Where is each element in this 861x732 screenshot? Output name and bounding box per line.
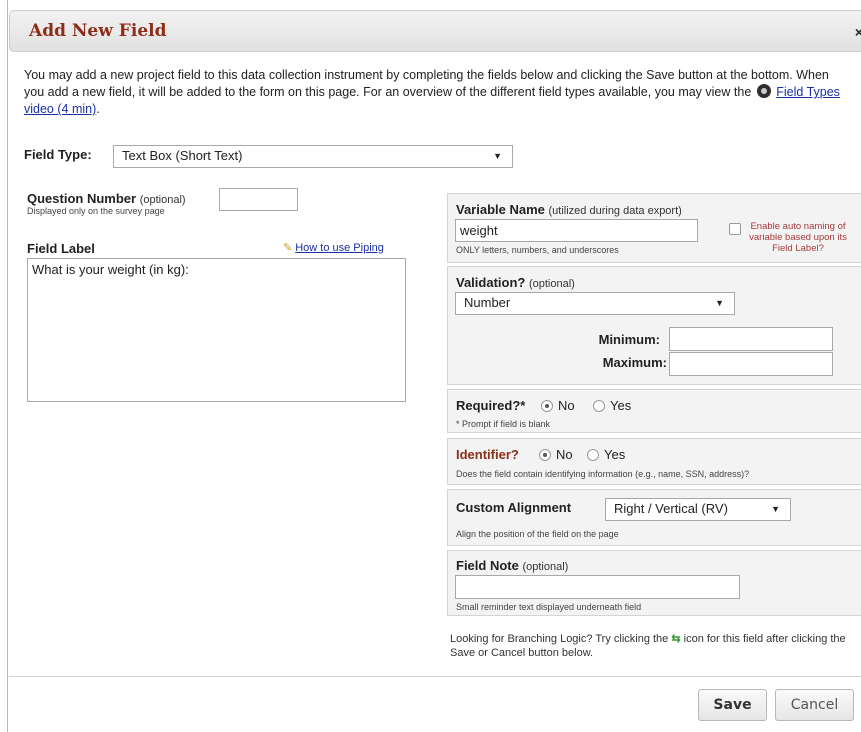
alignment-selected: Right / Vertical (RV) (614, 501, 728, 516)
variable-name-label-text: Variable Name (456, 202, 545, 217)
validation-label-text: Validation? (456, 275, 526, 290)
question-number-help: Displayed only on the survey page (27, 206, 165, 216)
alignment-label: Custom Alignment (456, 500, 572, 515)
field-type-selected: Text Box (Short Text) (122, 148, 243, 163)
branching-hint: Looking for Branching Logic? Try clickin… (450, 632, 855, 660)
branching-hint-text: Looking for Branching Logic? Try clickin… (450, 633, 669, 645)
validation-selected: Number (464, 295, 511, 310)
field-label-label: Field Label (27, 241, 95, 256)
dropdown-arrow-icon: ▼ (715, 298, 724, 308)
maximum-label: Maximum: (602, 355, 667, 370)
field-label-textarea[interactable]: What is your weight (in kg): (27, 258, 406, 402)
required-label: Required?* (456, 398, 526, 413)
required-yes-label: Yes (610, 398, 632, 413)
intro-text: You may add a new project field to this … (24, 67, 844, 118)
field-note-help: Small reminder text displayed underneath… (456, 602, 642, 612)
field-note-panel: Field Note (optional) Small reminder tex… (447, 550, 861, 616)
dialog-title: Add New Field (29, 21, 167, 41)
intro-text-body: You may add a new project field to this … (24, 68, 829, 99)
variable-name-help: ONLY letters, numbers, and underscores (456, 245, 619, 255)
footer-divider (9, 676, 861, 677)
auto-naming-label: Enable auto naming of variable based upo… (749, 221, 847, 254)
minimum-input[interactable] (669, 327, 833, 351)
dropdown-arrow-icon: ▼ (771, 504, 780, 514)
maximum-input[interactable] (669, 352, 833, 376)
identifier-yes-radio[interactable] (587, 449, 599, 461)
intro-text-end: . (96, 102, 100, 116)
identifier-panel: Identifier? No Yes Does the field contai… (447, 438, 861, 485)
question-number-optional: (optional) (139, 194, 186, 206)
validation-optional: (optional) (528, 278, 575, 290)
question-number-label-text: Question Number (27, 191, 137, 206)
variable-name-note: (utilized during data export) (548, 205, 682, 217)
field-note-label-text: Field Note (456, 558, 519, 573)
identifier-label: Identifier? (456, 447, 519, 462)
pencil-icon: ✎ (283, 242, 293, 254)
variable-name-label: Variable Name (utilized during data expo… (456, 202, 682, 217)
identifier-yes-label: Yes (604, 447, 626, 462)
dialog-titlebar[interactable]: Add New Field × (9, 10, 861, 52)
required-help: * Prompt if field is blank (456, 419, 551, 429)
cancel-button[interactable]: Cancel (775, 689, 854, 721)
identifier-help: Does the field contain identifying infor… (456, 469, 750, 479)
required-yes-radio[interactable] (593, 400, 605, 412)
film-reel-icon (756, 84, 771, 98)
auto-naming-checkbox[interactable] (729, 223, 741, 235)
branching-logic-icon: ⇆ (671, 633, 681, 645)
alignment-help: Align the position of the field on the p… (456, 529, 619, 539)
alignment-select[interactable]: Right / Vertical (RV) ▼ (605, 498, 791, 521)
field-note-optional: (optional) (522, 561, 569, 573)
question-number-input[interactable] (219, 188, 298, 211)
field-note-input[interactable] (455, 575, 740, 599)
dropdown-arrow-icon: ▼ (493, 151, 502, 161)
identifier-no-label: No (556, 447, 573, 462)
field-type-label: Field Type: (24, 147, 92, 162)
required-panel: Required?* No Yes * Prompt if field is b… (447, 389, 861, 433)
question-number-label: Question Number (optional) (27, 191, 186, 206)
variable-name-panel: Variable Name (utilized during data expo… (447, 193, 861, 263)
dialog-left-border (7, 0, 8, 732)
save-button[interactable]: Save (698, 689, 767, 721)
alignment-panel: Custom Alignment Right / Vertical (RV) ▼… (447, 489, 861, 546)
validation-label: Validation? (optional) (456, 275, 575, 290)
field-type-select[interactable]: Text Box (Short Text) ▼ (113, 145, 513, 168)
required-no-radio[interactable] (541, 400, 553, 412)
piping-help[interactable]: ✎ How to use Piping (283, 241, 384, 254)
validation-select[interactable]: Number ▼ (455, 292, 735, 315)
close-icon[interactable]: × (855, 24, 861, 40)
required-no-label: No (558, 398, 575, 413)
validation-panel: Validation? (optional) Number ▼ Minimum:… (447, 266, 861, 385)
field-note-label: Field Note (optional) (456, 558, 568, 573)
variable-name-input[interactable]: weight (455, 219, 698, 242)
minimum-label: Minimum: (598, 332, 660, 347)
piping-link[interactable]: How to use Piping (295, 242, 384, 254)
identifier-no-radio[interactable] (539, 449, 551, 461)
